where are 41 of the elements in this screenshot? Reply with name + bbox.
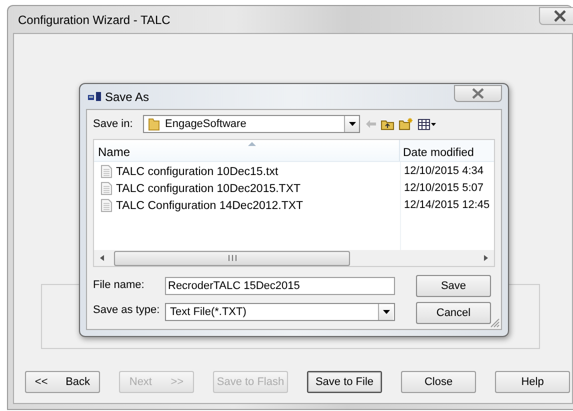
- date-modified: 12/10/2015 4:34: [403, 164, 485, 179]
- sort-arrow-icon: [248, 142, 256, 146]
- scroll-right-icon[interactable]: [484, 255, 488, 261]
- close-icon: [553, 10, 567, 22]
- window-title: Configuration Wizard - TALC: [18, 12, 170, 26]
- dialog-button[interactable]: Cancel: [416, 302, 491, 324]
- file-name[interactable]: TALC configuration 10Dec15.txt: [116, 166, 278, 178]
- date-modified: 12/14/2015 12:45: [403, 198, 491, 213]
- text-file-icon: [101, 199, 112, 212]
- app-icon: [88, 92, 102, 101]
- date-modified: 12/10/2015 5:07: [403, 181, 485, 196]
- close-button[interactable]: [454, 85, 502, 102]
- grip-icon: [228, 255, 236, 261]
- horizontal-scrollbar[interactable]: [94, 250, 494, 266]
- folder-icon: [148, 117, 160, 131]
- text-file-icon: [101, 182, 112, 195]
- field-label: Save as type:: [93, 304, 161, 316]
- wizard-button[interactable]: Close: [401, 371, 476, 393]
- scroll-left-icon[interactable]: [100, 255, 104, 261]
- scroll-thumb[interactable]: [114, 250, 350, 266]
- dialog-title: Save As: [105, 90, 150, 104]
- new-folder-icon[interactable]: [399, 118, 413, 130]
- view-menu-icon[interactable]: [418, 118, 436, 130]
- file-name[interactable]: TALC configuration 10Dec2015.TXT: [116, 182, 301, 194]
- wizard-button[interactable]: Save to File: [307, 371, 382, 393]
- wizard-button[interactable]: Help: [495, 371, 570, 393]
- wizard-button[interactable]: << Back: [25, 371, 100, 393]
- file-name[interactable]: TALC Configuration 14Dec2012.TXT: [116, 200, 304, 212]
- field-label: File name:: [93, 279, 146, 291]
- save-as-type-dropdown[interactable]: Text File(*.TXT): [165, 303, 395, 321]
- column-header[interactable]: Name: [94, 140, 400, 161]
- up-folder-icon[interactable]: [381, 118, 394, 130]
- save-in-dropdown[interactable]: EngageSoftware: [143, 115, 360, 133]
- close-button[interactable]: [539, 7, 573, 25]
- text-file-icon: [101, 165, 112, 178]
- dialog-button[interactable]: Save: [416, 275, 491, 297]
- file-name-field[interactable]: RecroderTALC 15Dec2015: [165, 277, 395, 295]
- field-label: Save in:: [93, 118, 134, 130]
- resize-grip-icon[interactable]: [490, 318, 500, 328]
- close-icon: [471, 88, 485, 99]
- column-header[interactable]: Date modified: [400, 140, 494, 161]
